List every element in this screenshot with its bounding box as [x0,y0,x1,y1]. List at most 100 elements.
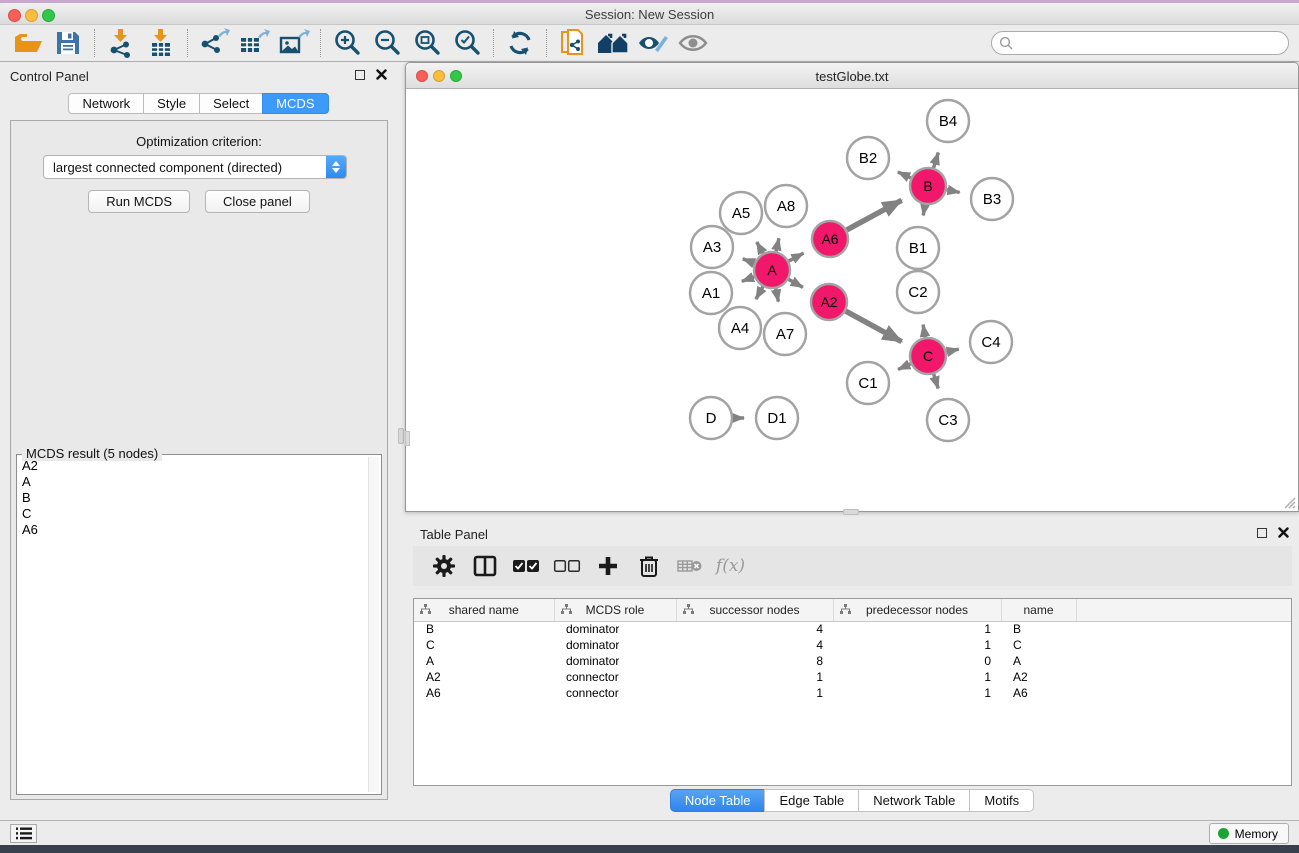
zoom-in-button[interactable] [327,27,367,59]
table-cell[interactable]: connector [554,669,676,685]
table-cell[interactable]: B [414,621,554,637]
table-cell[interactable]: dominator [554,621,676,637]
tab-network-table[interactable]: Network Table [858,789,970,812]
function-builder-button[interactable]: f(x) [712,550,749,582]
window-resize-grip[interactable] [1281,494,1296,509]
apply-layout-button[interactable] [500,27,540,59]
column-header-name[interactable]: name [1001,599,1076,621]
tab-network[interactable]: Network [68,93,144,114]
table-cell[interactable]: 0 [833,653,1001,669]
table-cell[interactable]: A [414,653,554,669]
column-header-shared-name[interactable]: shared name [414,599,554,621]
annotation-visibility-button[interactable] [633,27,673,59]
tab-motifs[interactable]: Motifs [969,789,1034,812]
save-session-button[interactable] [48,27,88,59]
result-scrollbar[interactable] [368,457,379,792]
table-cell[interactable]: C [1001,637,1076,653]
table-cell[interactable]: dominator [554,653,676,669]
tab-style[interactable]: Style [143,93,200,114]
table-cell[interactable]: A2 [1001,669,1076,685]
graph-edge-A-A5[interactable] [757,242,763,253]
delete-column-button[interactable] [630,550,667,582]
network-canvas[interactable]: B4B2BB3A8A5A6A3B1AC2A1A2A4A7C4CC1C3DD1 [406,89,1298,510]
column-header-predecessor-nodes[interactable]: predecessor nodes [833,599,1001,621]
task-history-button[interactable] [10,824,37,843]
table-cell[interactable]: 1 [676,685,833,701]
table-header-row[interactable]: shared nameMCDS rolesuccessor nodesprede… [414,599,1291,621]
table-cell[interactable]: connector [554,685,676,701]
import-network-button[interactable] [101,27,141,59]
zoom-selected-button[interactable] [447,27,487,59]
node-table[interactable]: shared nameMCDS rolesuccessor nodesprede… [414,599,1291,701]
table-row[interactable]: Bdominator41B [414,621,1291,637]
column-header-MCDS-role[interactable]: MCDS role [554,599,676,621]
search-input[interactable] [1013,33,1288,53]
optimization-criterion-dropdown[interactable]: largest connected component (directed) [43,155,347,179]
close-panel-icon[interactable] [376,69,387,80]
graph-edge-B-B1[interactable] [923,205,925,216]
graph-edge-A-A8[interactable] [776,238,779,251]
graph-edge-B-B4[interactable] [934,153,939,168]
table-cell[interactable]: A2 [414,669,554,685]
tab-node-table[interactable]: Node Table [670,789,766,812]
graph-edge-C-C2[interactable] [923,325,925,338]
table-cell[interactable]: A [1001,653,1076,669]
memory-button[interactable]: Memory [1209,823,1289,844]
table-cell[interactable]: C [414,637,554,653]
float-panel-icon[interactable] [355,70,365,80]
graph-edge-A-A2[interactable] [789,279,803,287]
delete-table-button[interactable] [671,550,708,582]
zoom-fit-button[interactable] [407,27,447,59]
table-cell[interactable]: B [1001,621,1076,637]
mcds-result-item[interactable]: C [19,506,367,522]
graph-edge-B-B2[interactable] [898,172,911,178]
export-table-button[interactable] [234,27,274,59]
graph-edge-B-B3[interactable] [947,190,960,193]
graph-edge-C-C3[interactable] [934,374,938,388]
mcds-result-item[interactable]: A [19,474,367,490]
tab-select[interactable]: Select [199,93,263,114]
open-session-button[interactable] [8,27,48,59]
close-panel-button[interactable]: Close panel [205,190,310,213]
float-table-panel-icon[interactable] [1257,528,1267,538]
horizontal-splitter-grip[interactable] [843,509,859,515]
table-cell[interactable]: 4 [676,621,833,637]
graph-edge-A6-B[interactable] [847,200,902,230]
vertical-splitter-grip[interactable] [398,428,404,444]
deselect-all-button[interactable] [548,550,585,582]
mcds-result-item[interactable]: B [19,490,367,506]
graph-edge-A-A1[interactable] [742,277,754,282]
table-cell[interactable]: 8 [676,653,833,669]
mcds-result-item[interactable]: A6 [19,522,367,538]
tab-mcds[interactable]: MCDS [262,93,328,114]
table-cell[interactable]: 1 [676,669,833,685]
graph-edge-C-C1[interactable] [898,364,911,370]
table-settings-button[interactable] [425,550,462,582]
mcds-result-item[interactable]: A2 [19,458,367,474]
clone-network-button[interactable] [553,27,593,59]
close-table-panel-icon[interactable] [1278,527,1289,538]
run-mcds-button[interactable]: Run MCDS [88,190,190,213]
table-cell[interactable]: A6 [414,685,554,701]
table-cell[interactable]: 4 [676,637,833,653]
network-left-grip[interactable] [405,431,410,446]
export-image-button[interactable] [274,27,314,59]
table-row[interactable]: A2connector11A2 [414,669,1291,685]
column-header-successor-nodes[interactable]: successor nodes [676,599,833,621]
graph-edge-A2-C[interactable] [846,311,902,342]
search-field[interactable] [991,31,1289,55]
export-network-button[interactable] [194,27,234,59]
table-cell[interactable]: 1 [833,669,1001,685]
import-table-button[interactable] [141,27,181,59]
table-row[interactable]: A6connector11A6 [414,685,1291,701]
graph-edge-A-A4[interactable] [756,287,763,299]
zoom-out-button[interactable] [367,27,407,59]
graph-edge-A-A6[interactable] [789,253,804,261]
show-columns-button[interactable] [466,550,503,582]
table-row[interactable]: Cdominator41C [414,637,1291,653]
table-row[interactable]: Adominator80A [414,653,1291,669]
tab-edge-table[interactable]: Edge Table [764,789,859,812]
graph-edge-A-A7[interactable] [776,289,779,302]
graph-edge-A-A3[interactable] [743,259,754,263]
table-cell[interactable]: 1 [833,621,1001,637]
